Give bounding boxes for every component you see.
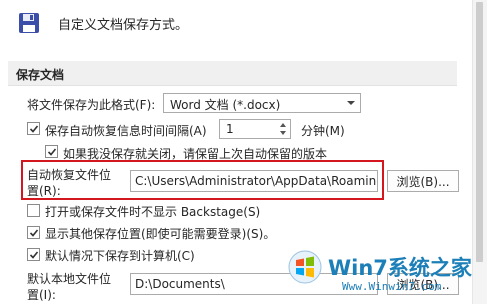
chevron-down-icon <box>347 101 355 105</box>
autorecover-location-value: C:\Users\Administrator\AppData\Roaming\M… <box>135 174 377 188</box>
local-location-label-2: 置(I): <box>27 288 56 302</box>
show-other-locations-label: 显示其他保存位置(即使可能需要登录)(S)。 <box>45 227 276 241</box>
spin-up-icon[interactable] <box>278 121 288 129</box>
save-format-label: 将文件保存为此格式(F): <box>27 98 156 112</box>
section-header-bar <box>8 61 457 86</box>
scrollbar-thumb[interactable] <box>476 2 483 262</box>
local-location-value: D:\Documents\ <box>135 277 225 291</box>
save-format-dropdown[interactable]: Word 文档 (*.docx) <box>163 93 361 113</box>
watermark-title: Win7系统之家 <box>328 256 472 280</box>
section-title: 保存文档 <box>16 68 65 82</box>
save-floppy-icon <box>19 13 39 33</box>
save-to-computer-checkbox[interactable] <box>27 248 40 261</box>
checkmark-icon <box>29 250 38 259</box>
autorecover-minutes-value: 1 <box>226 122 234 136</box>
header-description: 自定义文档保存方式。 <box>58 18 189 33</box>
autorecover-label: 保存自动恢复信息时间间隔(A) <box>45 124 207 138</box>
hide-backstage-label: 打开或保存文件时不显示 Backstage(S) <box>45 205 261 219</box>
autorecover-unit-label: 分钟(M) <box>301 124 345 138</box>
watermark-url: Www.Winwin7.com <box>342 280 442 293</box>
autorecover-checkbox[interactable] <box>27 122 40 135</box>
local-location-label-1: 默认本地文件位 <box>27 272 112 286</box>
autorecover-minutes-spinner[interactable]: 1 <box>219 119 291 139</box>
autorecover-location-label-1: 自动恢复文件位 <box>27 168 112 182</box>
checkmark-icon <box>29 228 38 237</box>
autorecover-location-input[interactable]: C:\Users\Administrator\AppData\Roaming\M… <box>130 170 378 192</box>
show-other-locations-checkbox[interactable] <box>27 226 40 239</box>
save-format-value: Word 文档 (*.docx) <box>170 98 281 112</box>
checkmark-icon <box>47 147 56 156</box>
hide-backstage-checkbox[interactable] <box>27 204 40 217</box>
autorecover-location-label-2: 置(R): <box>27 184 61 198</box>
spin-down-icon[interactable] <box>278 129 288 137</box>
keep-last-version-checkbox[interactable] <box>45 145 58 158</box>
save-to-computer-label: 默认情况下保存到计算机(C) <box>45 249 195 263</box>
windows-logo-icon <box>288 250 322 284</box>
checkmark-icon <box>29 124 38 133</box>
autorecover-browse-button[interactable]: 浏览(B)... <box>387 170 459 192</box>
